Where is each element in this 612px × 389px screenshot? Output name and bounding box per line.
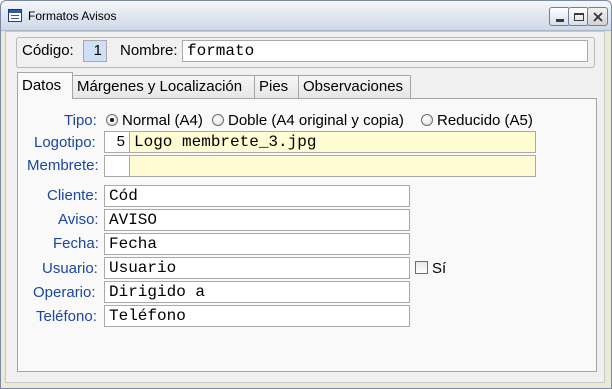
tipo-doble-label[interactable]: Doble (A4 original y copia)	[228, 112, 404, 129]
tipo-doble-radio[interactable]	[212, 114, 224, 126]
tipo-reducido-label[interactable]: Reducido (A5)	[437, 112, 533, 129]
codigo-field[interactable]: 1	[83, 40, 107, 62]
logotipo-file-field[interactable]: Logo membrete_3.jpg	[129, 131, 536, 153]
tipo-normal-label[interactable]: Normal (A4)	[122, 112, 203, 129]
membrete-file-field[interactable]	[129, 155, 536, 177]
logotipo-label: Logotipo:	[34, 134, 96, 151]
cliente-label: Cliente:	[47, 187, 98, 204]
membrete-number-field[interactable]	[104, 155, 130, 177]
fecha-field[interactable]: Fecha	[104, 233, 410, 255]
tab-margenes[interactable]: Márgenes y Localización	[72, 75, 255, 98]
membrete-label: Membrete:	[27, 157, 99, 174]
fecha-label: Fecha:	[53, 235, 99, 252]
nombre-field[interactable]: formato	[182, 40, 588, 62]
minimize-button[interactable]	[549, 7, 570, 26]
form-icon	[8, 9, 22, 22]
close-button[interactable]	[587, 7, 608, 26]
tab-pies[interactable]: Pies	[254, 75, 299, 98]
codigo-label: Código:	[22, 42, 74, 59]
tab-observaciones[interactable]: Observaciones	[298, 75, 411, 98]
usuario-field[interactable]: Usuario	[104, 257, 410, 279]
operario-field[interactable]: Dirigido a	[104, 281, 410, 303]
logotipo-number-field[interactable]: 5	[104, 131, 130, 153]
tipo-normal-radio[interactable]	[106, 114, 118, 126]
telefono-label: Teléfono:	[36, 308, 97, 325]
usuario-label: Usuario:	[42, 260, 98, 277]
title-bar[interactable]: Formatos Avisos	[1, 1, 611, 31]
nombre-label: Nombre:	[120, 42, 178, 59]
maximize-icon	[573, 12, 584, 21]
si-label[interactable]: Sí	[432, 260, 446, 277]
close-icon	[592, 11, 603, 22]
aviso-field[interactable]: AVISO	[104, 209, 410, 231]
maximize-button[interactable]	[568, 7, 589, 26]
aviso-label: Aviso:	[58, 211, 99, 228]
tipo-label: Tipo:	[64, 112, 97, 129]
window-title: Formatos Avisos	[28, 9, 117, 23]
minimize-icon	[555, 18, 564, 22]
telefono-field[interactable]: Teléfono	[104, 305, 410, 327]
cliente-field[interactable]: Cód	[104, 185, 410, 207]
tab-datos[interactable]: Datos	[17, 72, 73, 99]
tipo-reducido-radio[interactable]	[421, 114, 433, 126]
operario-label: Operario:	[33, 284, 96, 301]
si-checkbox[interactable]	[415, 261, 428, 274]
